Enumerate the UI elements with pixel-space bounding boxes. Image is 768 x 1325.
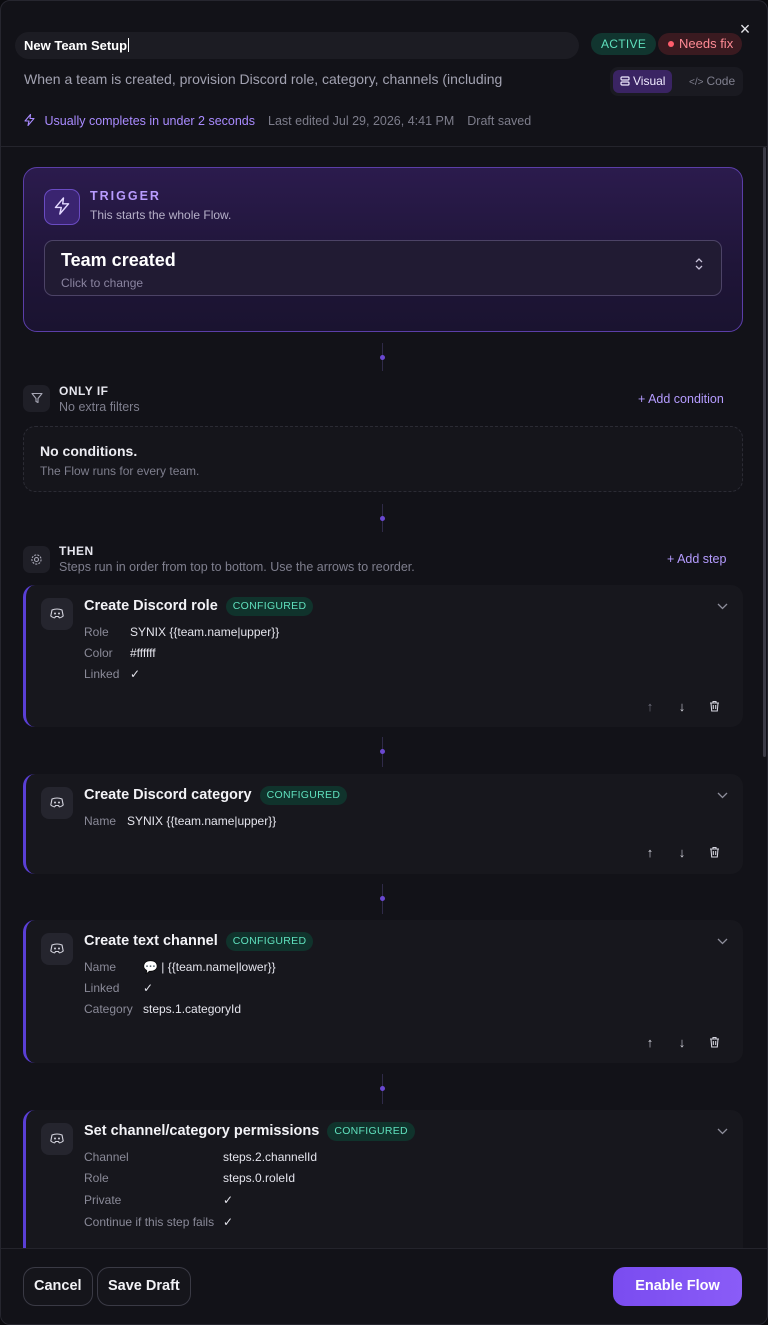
flow-editor-modal: New Team Setup ACTIVE Needs fix × When a… [0,0,768,1325]
step-field: Color #ffffff [84,646,156,660]
step-field: Role steps.0.roleId [84,1171,296,1185]
only-if-title: ONLY IF [59,384,109,398]
configured-badge: CONFIGURED [259,786,348,805]
bolt-icon [44,189,80,225]
discord-icon [41,598,73,630]
speed-note: Usually completes in under 2 seconds [44,114,256,128]
step-actions: ↑ ↓ [629,845,725,860]
arrow-up-icon[interactable]: ↑ [639,845,661,860]
flow-connector [380,884,385,914]
filter-icon [23,385,50,412]
trigger-value: Team created [61,250,176,270]
add-step-button[interactable]: + Add step [667,552,726,566]
step-card: Create text channel CONFIGURED Name 💬 | {{… [23,920,743,1063]
then-subtitle: Steps run in order from top to bottom. U… [59,560,415,574]
step-field: Name 💬 | {{team.name|lower}} [84,960,276,974]
step-field: Category steps.1.categoryId [84,1002,242,1016]
status-badge-active: ACTIVE [591,33,657,55]
updown-chevron-icon [695,257,703,273]
arrow-down-icon[interactable]: ↓ [671,845,693,860]
status-badge-needs-fix[interactable]: Needs fix [658,33,743,55]
flow-connector [380,1074,385,1104]
trigger-select[interactable]: Team created Click to change [44,240,722,296]
flow-name-input[interactable]: New Team Setup [15,32,579,59]
empty-title: No conditions. [40,443,138,459]
last-edited: Last edited Jul 29, 2026, 4:41 PM [268,114,455,128]
discord-icon [41,1123,73,1155]
flow-header: New Team Setup ACTIVE Needs fix × When a… [1,1,767,147]
error-dot-icon [668,41,674,47]
trigger-label: TRIGGER [90,189,161,203]
gear-icon [23,546,50,573]
step-actions: ↑ ↓ [629,699,725,714]
chevron-down-icon[interactable] [717,934,728,948]
empty-subtitle: The Flow runs for every team. [40,464,200,478]
flow-connector [380,737,385,767]
code-icon: </> [689,77,704,88]
chevron-down-icon[interactable] [717,1124,728,1138]
arrow-down-icon[interactable]: ↓ [671,699,693,714]
trigger-subtitle: This starts the whole Flow. [90,208,232,222]
flow-connector [380,343,385,371]
discord-icon [41,933,73,965]
scrollbar[interactable] [763,147,766,757]
draft-status: Draft saved [467,114,532,128]
step-title: Set channel/category permissions CONFIGUR… [84,1122,415,1141]
close-icon: × [739,19,751,39]
arrow-down-icon[interactable]: ↓ [671,1035,693,1050]
step-card: Create Discord role CONFIGURED Role SYNIX … [23,585,743,727]
flow-description[interactable]: When a team is created, provision Discor… [24,71,584,87]
text-caret [128,38,130,52]
trigger-hint: Click to change [61,276,144,290]
then-title: THEN [59,544,94,558]
trash-icon[interactable] [703,845,725,860]
step-card: Create Discord category CONFIGURED Name SY… [23,774,743,874]
step-card: Set channel/category permissions CONFIGUR… [23,1110,743,1260]
step-field: Continue if this step fails ✓ [84,1215,234,1229]
cancel-button[interactable]: Cancel [23,1267,93,1306]
trash-icon[interactable] [703,699,725,714]
configured-badge: CONFIGURED [225,932,314,951]
mode-visual-button[interactable]: Visual [613,70,673,93]
mode-code-button[interactable]: </> Code [682,70,742,93]
add-condition-button[interactable]: + Add condition [638,392,724,406]
arrow-up-icon[interactable]: ↑ [639,699,661,714]
configured-badge: CONFIGURED [327,1122,415,1141]
only-if-subtitle: No extra filters [59,400,140,414]
discord-icon [41,787,73,819]
chevron-down-icon[interactable] [717,788,728,802]
step-actions: ↑ ↓ [629,1035,725,1050]
enable-flow-button[interactable]: Enable Flow [613,1267,742,1306]
chevron-down-icon[interactable] [717,599,728,613]
mode-toggle: Visual </> Code [610,67,743,96]
step-title: Create text channel CONFIGURED [84,932,314,951]
step-field: Linked ✓ [84,981,154,995]
trigger-card: TRIGGER This starts the whole Flow. Team… [23,167,743,332]
step-title: Create Discord role CONFIGURED [84,597,314,616]
configured-badge: CONFIGURED [225,597,314,616]
trash-icon[interactable] [703,1035,725,1050]
arrow-up-icon[interactable]: ↑ [639,1035,661,1050]
bolt-icon [24,113,38,128]
step-field: Name SYNIX {{team.name|upper}} [84,814,277,828]
step-field: Private ✓ [84,1193,234,1207]
step-field: Role SYNIX {{team.name|upper}} [84,625,280,639]
step-field: Linked ✓ [84,667,141,681]
flow-meta: Usually completes in under 2 seconds Last… [24,113,532,128]
save-draft-button[interactable]: Save Draft [97,1267,191,1306]
flow-connector [380,504,385,532]
step-field: Channel steps.2.channelId [84,1150,318,1164]
footer-bar: Cancel Save Draft Enable Flow [1,1248,767,1324]
layers-icon [620,76,630,86]
step-title: Create Discord category CONFIGURED [84,786,348,805]
close-button[interactable]: × [735,19,755,39]
conditions-empty-state: No conditions. The Flow runs for every t… [23,426,743,492]
